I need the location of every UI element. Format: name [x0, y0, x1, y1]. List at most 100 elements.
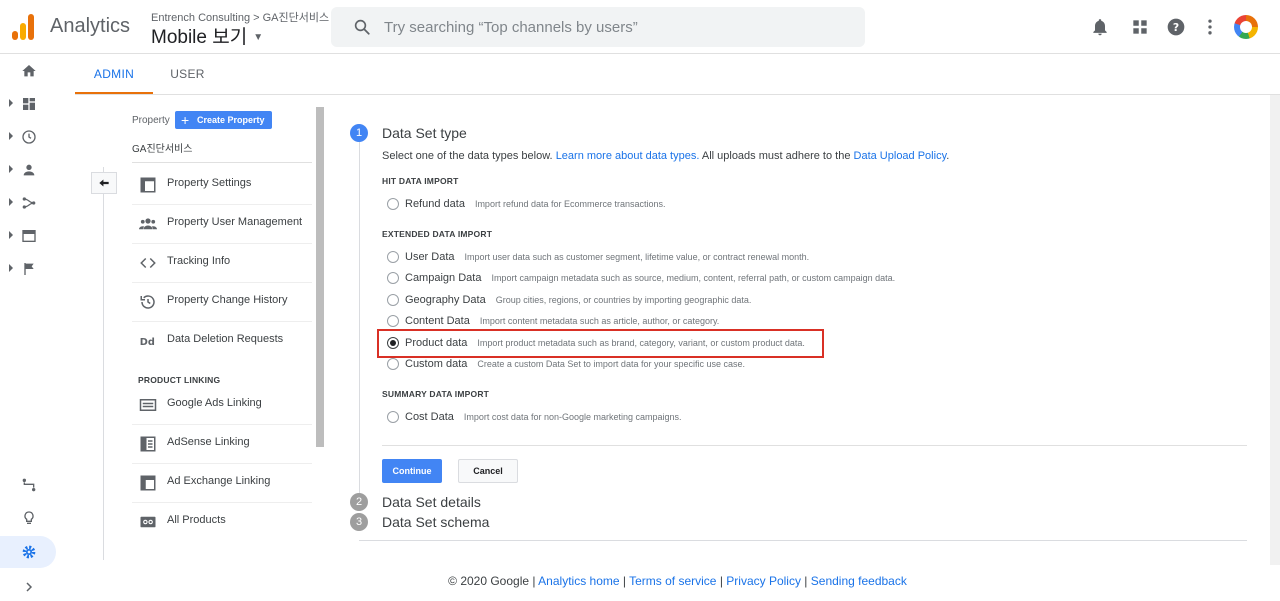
- expand-arrow-icon: [9, 264, 13, 272]
- plus-icon: +: [181, 112, 190, 128]
- column-guide-line: [103, 167, 104, 560]
- view-name: Mobile 보기: [151, 27, 248, 48]
- dashboard-icon: [23, 98, 35, 110]
- footer-link-privacy[interactable]: Privacy Policy: [726, 574, 801, 588]
- expand-arrow-icon: [9, 165, 13, 173]
- app-name: Analytics: [50, 15, 131, 37]
- back-arrow-icon: [99, 179, 109, 187]
- rail-acquisition[interactable]: [0, 188, 56, 218]
- rail-realtime[interactable]: [0, 122, 56, 152]
- property-selector[interactable]: GA진단서비스: [132, 140, 312, 163]
- dd-icon: Dd: [140, 337, 155, 348]
- gear-icon: [22, 545, 36, 559]
- expand-arrow-icon: [9, 198, 13, 206]
- wizard-divider: [382, 445, 1247, 446]
- radio-content[interactable]: [387, 315, 399, 327]
- option-product-data[interactable]: Product data Import product metadata suc…: [387, 335, 805, 351]
- footer-link-feedback[interactable]: Sending feedback: [811, 574, 907, 588]
- analytics-logo-icon[interactable]: [12, 14, 36, 40]
- help-icon[interactable]: ?: [1166, 17, 1186, 37]
- footer-copyright: © 2020 Google: [448, 574, 530, 588]
- step-1-title: Data Set type: [382, 125, 467, 141]
- google-ads-icon: [139, 399, 157, 411]
- ad-exchange-icon: [140, 475, 156, 491]
- column-scrollbar[interactable]: [316, 107, 324, 447]
- admin-tabs: ADMIN USER: [75, 54, 1280, 94]
- property-label: Property: [132, 115, 170, 126]
- search-box[interactable]: Try searching “Top channels by users”: [331, 7, 865, 47]
- rail-discover[interactable]: [0, 503, 56, 533]
- page-scrollbar-track[interactable]: [1270, 95, 1280, 565]
- summary-data-import-title: SUMMARY DATA IMPORT: [382, 389, 490, 399]
- nav-property-settings[interactable]: Property Settings: [132, 166, 312, 205]
- left-nav-rail: [0, 54, 56, 601]
- search-icon: [354, 19, 370, 35]
- nav-data-deletion-requests[interactable]: Dd Data Deletion Requests: [132, 322, 312, 361]
- back-arrow-button[interactable]: [91, 172, 117, 194]
- rail-conversions[interactable]: [0, 254, 56, 284]
- nav-tracking-info[interactable]: Tracking Info: [132, 244, 312, 283]
- radio-user[interactable]: [387, 251, 399, 263]
- option-content-data[interactable]: Content Data Import content metadata suc…: [387, 313, 719, 329]
- tab-admin[interactable]: ADMIN: [75, 54, 153, 94]
- footer-link-analytics-home[interactable]: Analytics home: [538, 574, 619, 588]
- step-2-number: 2: [350, 493, 368, 511]
- option-refund-data[interactable]: Refund data Import refund data for Ecomm…: [387, 196, 666, 212]
- option-custom-data[interactable]: Custom data Create a custom Data Set to …: [387, 356, 745, 372]
- learn-more-link[interactable]: Learn more about data types.: [556, 150, 700, 162]
- expand-arrow-icon: [9, 231, 13, 239]
- step-1-number: 1: [350, 124, 368, 142]
- hit-data-import-title: HIT DATA IMPORT: [382, 176, 459, 186]
- option-cost-data[interactable]: Cost Data Import cost data for non-Googl…: [387, 409, 682, 425]
- radio-campaign[interactable]: [387, 272, 399, 284]
- view-selector[interactable]: Mobile 보기 ▼: [151, 22, 263, 49]
- nav-google-ads-linking[interactable]: Google Ads Linking: [132, 386, 312, 425]
- rail-attribution[interactable]: [0, 470, 56, 500]
- create-property-button[interactable]: + Create Property: [175, 111, 272, 129]
- option-campaign-data[interactable]: Campaign Data Import campaign metadata s…: [387, 270, 895, 286]
- nav-adsense-linking[interactable]: AdSense Linking: [132, 425, 312, 464]
- attribution-icon: [22, 478, 36, 492]
- settings-page-icon: [140, 177, 156, 193]
- account-avatar[interactable]: [1234, 15, 1258, 39]
- clock-icon: [22, 130, 36, 144]
- history-icon: [140, 295, 155, 309]
- rail-home[interactable]: [0, 56, 56, 86]
- svg-text:Dd: Dd: [140, 337, 155, 348]
- radio-cost[interactable]: [387, 411, 399, 423]
- nav-ad-exchange-linking[interactable]: Ad Exchange Linking: [132, 464, 312, 503]
- page-footer: © 2020 Google | Analytics home | Terms o…: [448, 574, 907, 588]
- more-vert-icon[interactable]: [1200, 17, 1220, 37]
- all-products-icon: [140, 516, 156, 528]
- rail-customization[interactable]: [0, 89, 56, 119]
- data-import-wizard: 1 Data Set type Select one of the data t…: [331, 95, 1280, 565]
- data-upload-policy-link[interactable]: Data Upload Policy: [854, 150, 947, 162]
- nav-all-products[interactable]: All Products: [132, 503, 312, 542]
- lightbulb-icon: [24, 511, 34, 524]
- radio-product-selected[interactable]: [387, 337, 399, 349]
- footer-link-terms[interactable]: Terms of service: [629, 574, 716, 588]
- code-icon: [140, 257, 156, 269]
- apps-grid-icon[interactable]: [1130, 17, 1150, 37]
- rail-behavior[interactable]: [0, 221, 56, 251]
- radio-refund[interactable]: [387, 198, 399, 210]
- wizard-bottom-line: [359, 540, 1247, 541]
- nav-property-change-history[interactable]: Property Change History: [132, 283, 312, 322]
- rail-admin[interactable]: [0, 537, 56, 567]
- top-header: Analytics Entrench Consulting > GA진단서비스 …: [0, 0, 1280, 54]
- cancel-button[interactable]: Cancel: [458, 459, 518, 483]
- notifications-bell-icon[interactable]: [1090, 17, 1110, 37]
- radio-custom[interactable]: [387, 358, 399, 370]
- adsense-icon: [140, 436, 156, 452]
- step-3-number: 3: [350, 513, 368, 531]
- tab-user[interactable]: USER: [165, 54, 210, 94]
- option-geography-data[interactable]: Geography Data Group cities, regions, or…: [387, 292, 751, 308]
- continue-button[interactable]: Continue: [382, 459, 442, 483]
- people-icon: [139, 218, 157, 230]
- search-placeholder: Try searching “Top channels by users”: [384, 19, 638, 36]
- option-user-data[interactable]: User Data Import user data such as custo…: [387, 249, 809, 265]
- nav-property-user-management[interactable]: Property User Management: [132, 205, 312, 244]
- rail-audience[interactable]: [0, 155, 56, 185]
- acquisition-icon: [22, 197, 36, 209]
- radio-geography[interactable]: [387, 294, 399, 306]
